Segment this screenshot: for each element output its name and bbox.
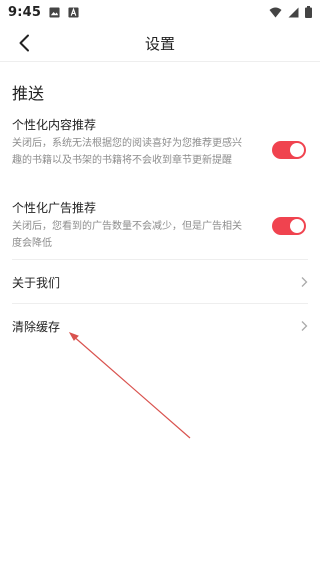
setting-title: 个性化广告推荐 <box>12 201 97 215</box>
clear-cache-row[interactable]: 清除缓存 <box>12 306 308 346</box>
signal-icon <box>288 7 299 17</box>
status-bar: 9:45 <box>0 0 320 24</box>
divider <box>12 303 308 304</box>
setting-personalized-ads: 个性化广告推荐 关闭后，您看到的广告数量不会减少，但是广告相关度会降低 <box>12 199 308 255</box>
personalized-ads-toggle[interactable] <box>272 217 306 235</box>
toggle-knob <box>290 219 304 233</box>
wifi-icon <box>269 7 282 17</box>
status-left: 9:45 <box>8 5 79 20</box>
image-icon <box>49 6 60 18</box>
toggle-knob <box>290 143 304 157</box>
clear-cache-label: 清除缓存 <box>12 320 61 334</box>
chevron-right-icon <box>301 321 308 331</box>
status-time: 9:45 <box>8 4 42 20</box>
text-icon <box>68 6 79 18</box>
setting-description: 关闭后，系统无法根据您的阅读喜好为您推荐更感兴趣的书籍以及书架的书籍将不会收到章… <box>12 138 242 166</box>
setting-description: 关闭后，您看到的广告数量不会减少，但是广告相关度会降低 <box>12 221 242 249</box>
setting-title: 个性化内容推荐 <box>12 118 97 132</box>
battery-icon <box>305 6 312 18</box>
section-title-push: 推送 <box>12 84 45 103</box>
personalized-content-toggle[interactable] <box>272 141 306 159</box>
chevron-right-icon <box>301 277 308 287</box>
divider <box>12 259 308 260</box>
page-title: 设置 <box>144 35 175 53</box>
about-us-row[interactable]: 关于我们 <box>12 262 308 302</box>
header-bar: 设置 <box>0 24 320 62</box>
setting-personalized-content: 个性化内容推荐 关闭后，系统无法根据您的阅读喜好为您推荐更感兴趣的书籍以及书架的… <box>12 116 308 188</box>
status-right <box>269 6 312 18</box>
about-us-label: 关于我们 <box>12 276 61 290</box>
